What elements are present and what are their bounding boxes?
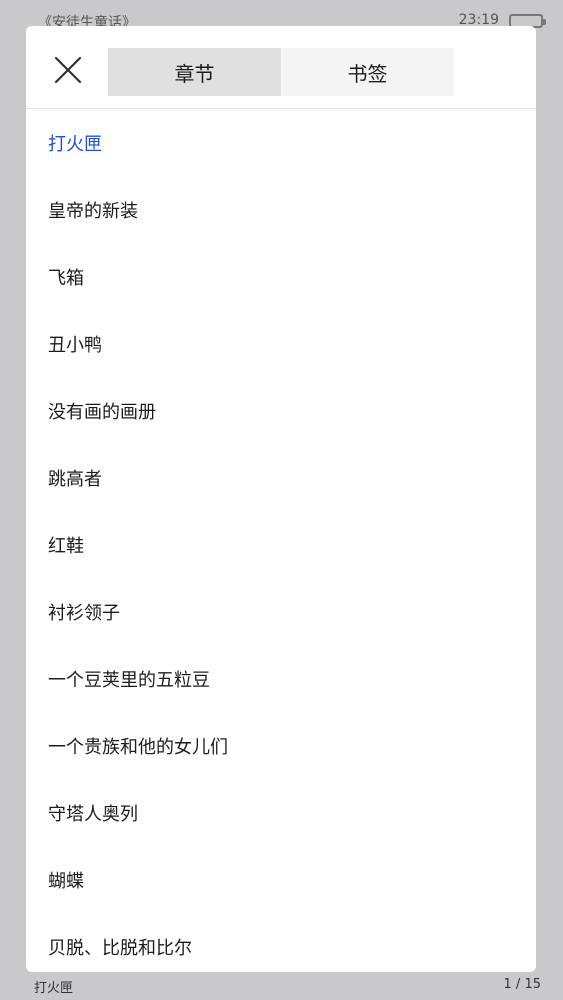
panel-header: 章节 书签 [26,26,536,109]
chapter-item[interactable]: 衬衫领子 [26,578,536,645]
chapter-item[interactable]: 贝脱、比脱和比尔 [26,913,536,972]
chapter-item[interactable]: 跳高者 [26,444,536,511]
chapter-item[interactable]: 一个贵族和他的女儿们 [26,712,536,779]
toc-tabs: 章节 书签 [108,48,454,96]
chapter-item[interactable]: 一个豆荚里的五粒豆 [26,645,536,712]
chapter-list: 打火匣 皇帝的新装 飞箱 丑小鸭 没有画的画册 跳高者 红鞋 衬衫领子 一个豆荚里的五粒豆 一个贵… [26,109,536,972]
chapter-item[interactable]: 红鞋 [26,511,536,578]
page-indicator: 1 / 15 [503,977,541,992]
chapter-item[interactable]: 打火匣 [26,109,536,176]
current-chapter-label: 打火匣 [34,981,74,996]
chapter-item[interactable]: 没有画的画册 [26,377,536,444]
close-button[interactable] [46,48,90,92]
status-bar: 《安徒生童话》 23:19 [0,0,563,31]
chapter-item[interactable]: 皇帝的新装 [26,176,536,243]
chapter-item[interactable]: 飞箱 [26,243,536,310]
chapter-item[interactable]: 丑小鸭 [26,310,536,377]
tab-bookmarks[interactable]: 书签 [281,48,454,96]
tab-chapters[interactable]: 章节 [108,48,281,96]
chapter-item[interactable]: 蝴蝶 [26,846,536,913]
close-icon [54,56,82,84]
table-of-contents-panel: 章节 书签 打火匣 皇帝的新装 飞箱 丑小鸭 没有画的画册 跳高者 红鞋 衬衫领子 一个豆荚里的… [26,26,536,972]
reader-footer: 打火匣 1 / 15 [0,972,563,1000]
chapter-item[interactable]: 守塔人奥列 [26,779,536,846]
